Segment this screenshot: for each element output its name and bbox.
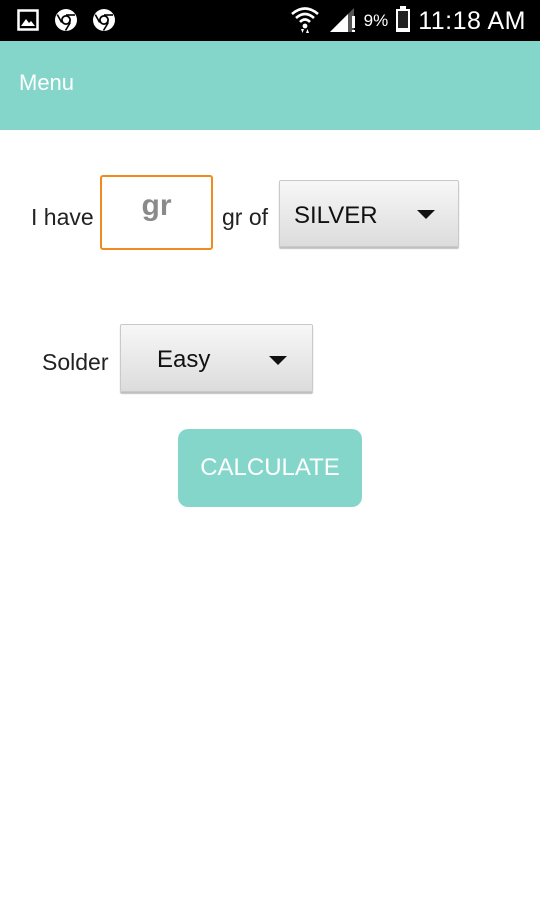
chrome-icon	[92, 8, 116, 32]
solder-label: Solder	[42, 349, 109, 375]
battery-percent: 9%	[363, 11, 389, 30]
metal-selected: SILVER	[294, 202, 378, 229]
app-toolbar: Menu	[0, 41, 540, 130]
wifi-icon	[290, 5, 320, 38]
calculate-button[interactable]: CALCULATE	[178, 429, 362, 507]
system-icons: 9% 11:18 AM	[290, 4, 526, 38]
gallery-icon	[16, 8, 40, 32]
solder-selected: Easy	[157, 346, 211, 373]
clock: 11:18 AM	[418, 6, 526, 35]
solder-spinner[interactable]: Easy	[120, 324, 313, 392]
have-label: I have	[31, 204, 94, 230]
grams-of-label: gr of	[222, 204, 269, 230]
battery-icon	[396, 5, 411, 37]
dropdown-arrow-icon	[417, 210, 435, 219]
grams-input[interactable]	[100, 175, 213, 250]
metal-spinner[interactable]: SILVER	[279, 180, 459, 247]
status-bar: 9% 11:18 AM	[0, 0, 540, 41]
dropdown-arrow-icon	[269, 356, 287, 365]
chrome-icon	[54, 8, 78, 32]
signal-icon	[328, 6, 356, 37]
notification-icons	[16, 8, 116, 32]
menu-button[interactable]: Menu	[19, 70, 74, 96]
